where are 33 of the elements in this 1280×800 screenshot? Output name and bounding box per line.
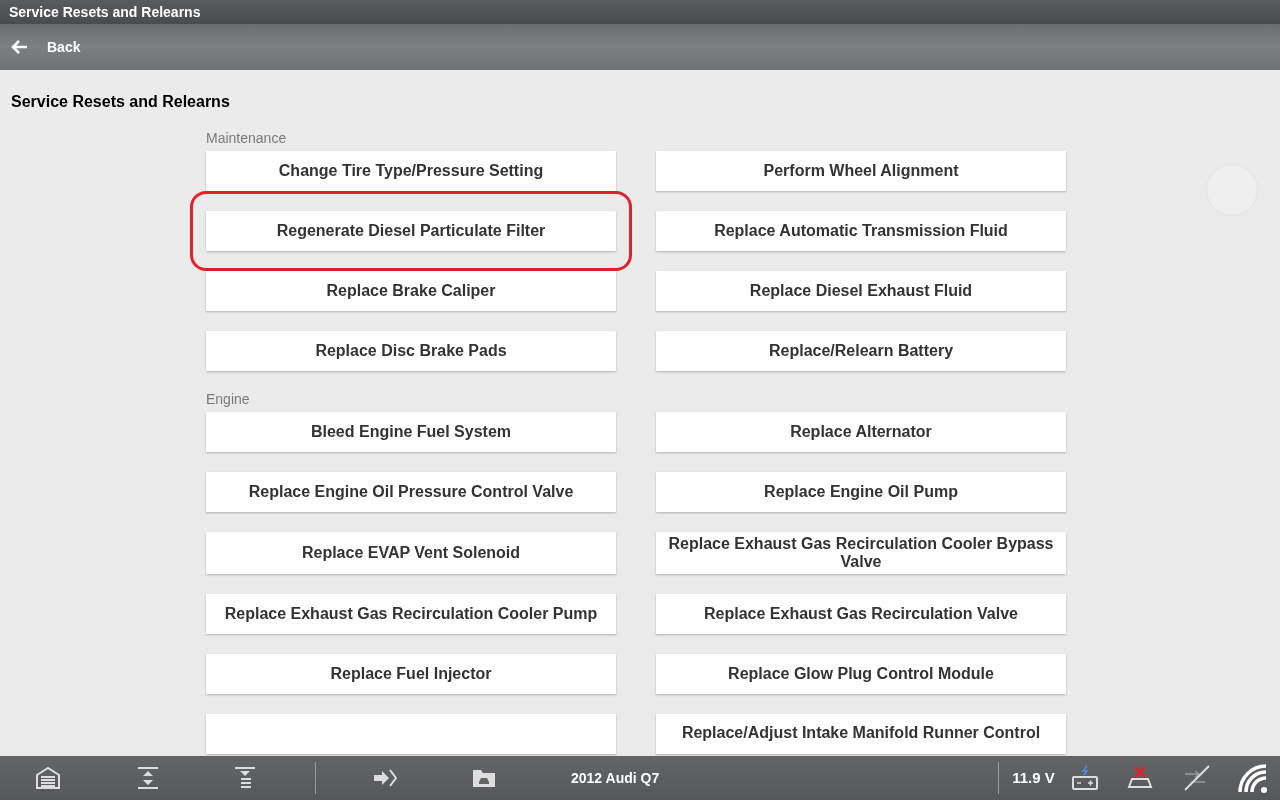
vehicle-label: 2012 Audi Q7 — [571, 768, 660, 788]
collapse-icon[interactable] — [232, 765, 258, 791]
menu-button[interactable]: Replace/Relearn Battery — [656, 331, 1066, 371]
section-label: Engine — [206, 391, 251, 407]
menu-button[interactable]: Replace Disc Brake Pads — [206, 331, 616, 371]
back-button[interactable]: Back — [10, 36, 81, 58]
menu-button[interactable]: Replace Automatic Transmission Fluid — [656, 211, 1066, 251]
menu-button[interactable]: Replace Exhaust Gas Recirculation Valve — [656, 594, 1066, 634]
menu-button[interactable]: Perform Wheel Alignment — [656, 151, 1066, 191]
section-label: Maintenance — [206, 130, 288, 146]
menu-button[interactable]: Replace Engine Oil Pump — [656, 472, 1066, 512]
page-title: Service Resets and Relearns — [10, 92, 231, 111]
menu-button[interactable]: Regenerate Diesel Particulate Filter — [206, 211, 616, 251]
garage-icon[interactable] — [35, 765, 61, 791]
menu-button[interactable]: Replace Exhaust Gas Recirculation Cooler Bypass Valve — [656, 532, 1066, 574]
menu-button[interactable]: Bleed Engine Fuel System — [206, 412, 616, 452]
menu-button[interactable]: Replace Diesel Exhaust Fluid — [656, 271, 1066, 311]
vehicle-disconnected-icon — [1125, 765, 1154, 791]
wifi-icon — [1235, 762, 1270, 794]
menu-button[interactable]: Replace Alternator — [656, 412, 1066, 452]
menu-button[interactable]: Replace/Adjust Intake Manifold Runner Control — [656, 714, 1066, 754]
menu-button[interactable]: Change Tire Type/Pressure Setting — [206, 151, 616, 191]
expand-icon[interactable] — [135, 765, 161, 791]
menu-button[interactable]: Replace EVAP Vent Solenoid — [206, 532, 616, 574]
window-title: Service Resets and Relearns — [9, 2, 201, 22]
back-arrow-icon — [10, 39, 28, 55]
menu-button[interactable]: Replace Fuel Injector — [206, 654, 616, 694]
menu-button[interactable]: Replace Exhaust Gas Recirculation Cooler Pump — [206, 594, 616, 634]
menu-button[interactable]: Replace Engine Oil Pressure Control Valve — [206, 472, 616, 512]
battery-icon — [1070, 765, 1099, 791]
voltage-reading: 11.9 V — [1012, 767, 1055, 788]
menu-button[interactable]: Replace Brake Caliper — [206, 271, 616, 311]
menu-button[interactable]: Replace Glow Plug Control Module — [656, 654, 1066, 694]
